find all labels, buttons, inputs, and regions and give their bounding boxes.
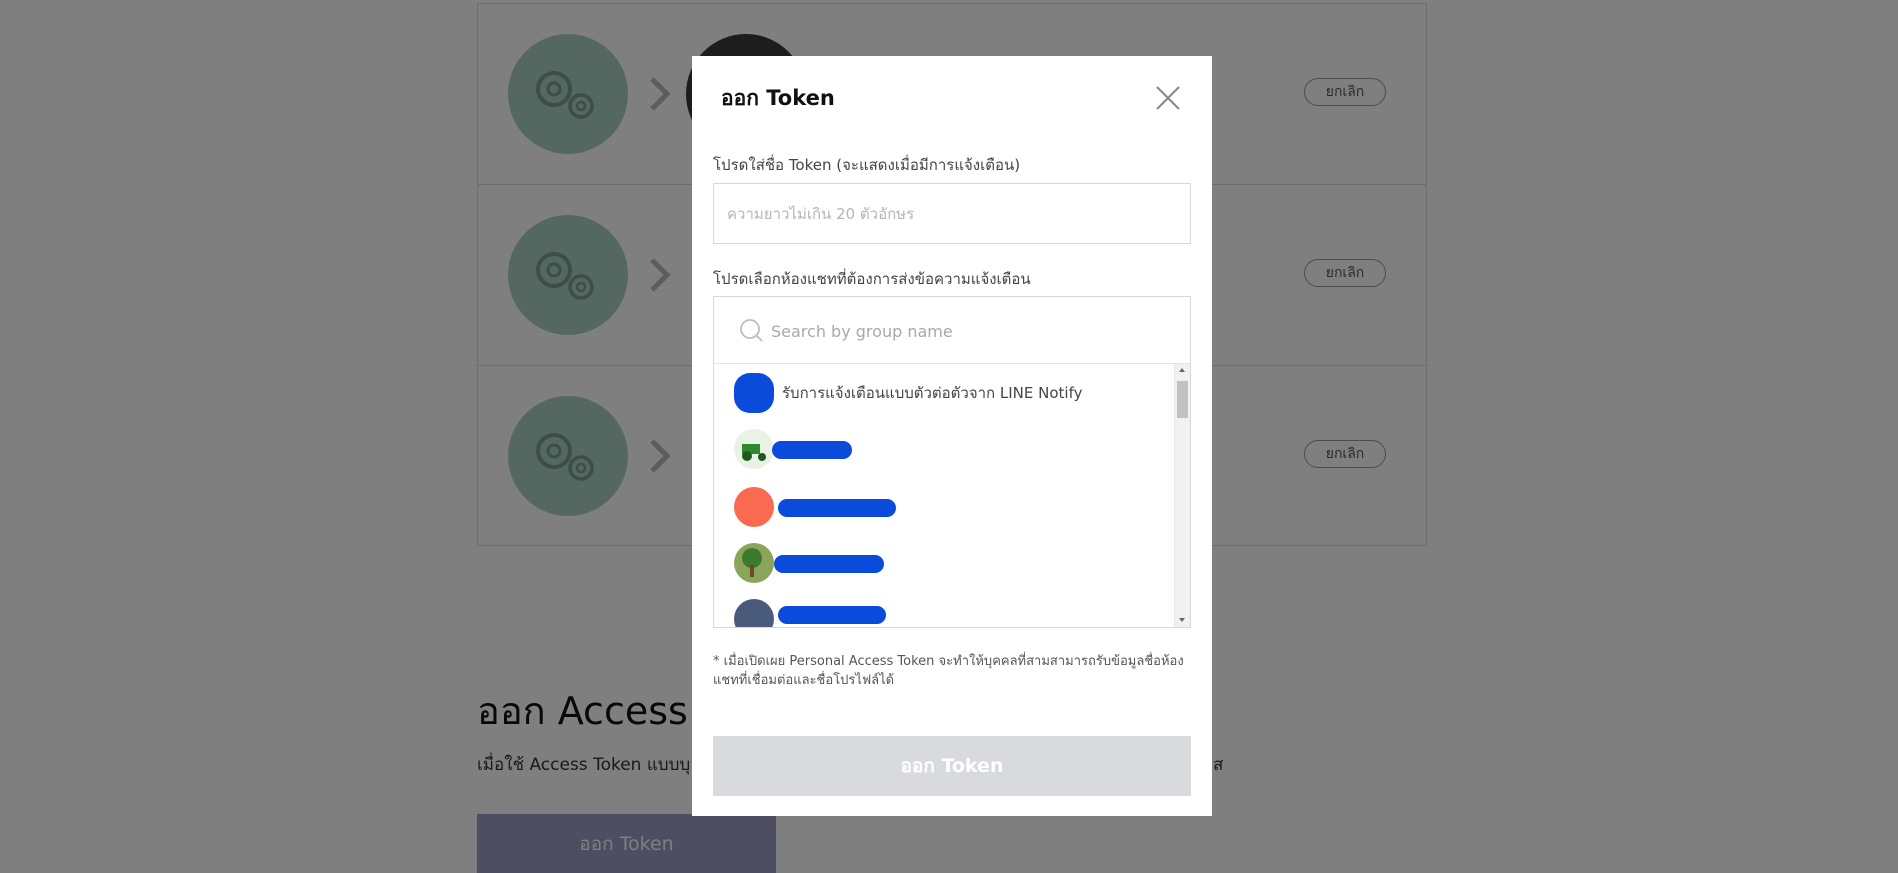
chat-item[interactable] <box>734 538 1164 588</box>
redaction <box>772 441 852 459</box>
chat-item[interactable]: รับการแจ้งเตือนแบบตัวต่อตัวจาก LINE Noti… <box>734 368 1164 418</box>
group-search-input[interactable] <box>769 311 1173 351</box>
close-icon[interactable] <box>1154 84 1182 112</box>
chat-list-scrollbar[interactable] <box>1174 364 1190 627</box>
scroll-up-arrow-icon[interactable] <box>1179 368 1185 372</box>
chat-avatar <box>734 429 774 469</box>
chat-avatar <box>734 599 774 627</box>
chat-avatar <box>734 487 774 527</box>
chat-selector: รับการแจ้งเตือนแบบตัวต่อตัวจาก LINE Noti… <box>713 296 1191 628</box>
dialog-title: ออก Token <box>721 86 835 110</box>
chat-name: รับการแจ้งเตือนแบบตัวต่อตัวจาก LINE Noti… <box>782 384 1083 402</box>
chat-list: รับการแจ้งเตือนแบบตัวต่อตัวจาก LINE Noti… <box>714 364 1174 627</box>
scroll-down-arrow-icon[interactable] <box>1179 618 1185 622</box>
chat-item[interactable] <box>734 482 1164 532</box>
search-bar <box>714 297 1190 364</box>
search-icon <box>740 319 763 342</box>
issue-token-submit-button[interactable]: ออก Token <box>713 736 1191 796</box>
token-name-input[interactable] <box>713 183 1191 244</box>
issue-token-dialog: ออก Token โปรดใส่ชื่อ Token (จะแสดงเมื่อ… <box>692 56 1212 816</box>
redaction <box>778 499 896 517</box>
redaction <box>778 606 886 624</box>
privacy-note: * เมื่อเปิดเผย Personal Access Token จะท… <box>713 654 1184 688</box>
chat-avatar <box>734 543 774 583</box>
chat-select-label: โปรดเลือกห้องแชทที่ต้องการส่งข้อความแจ้ง… <box>713 270 1031 288</box>
scroll-thumb[interactable] <box>1177 381 1188 418</box>
chat-item[interactable] <box>734 424 1164 474</box>
tree-icon <box>742 548 762 577</box>
tractor-icon <box>742 444 766 461</box>
redaction <box>774 555 884 573</box>
chat-item[interactable] <box>734 594 1164 627</box>
chat-avatar <box>734 373 774 413</box>
token-name-label: โปรดใส่ชื่อ Token (จะแสดงเมื่อมีการแจ้งเ… <box>713 156 1021 174</box>
